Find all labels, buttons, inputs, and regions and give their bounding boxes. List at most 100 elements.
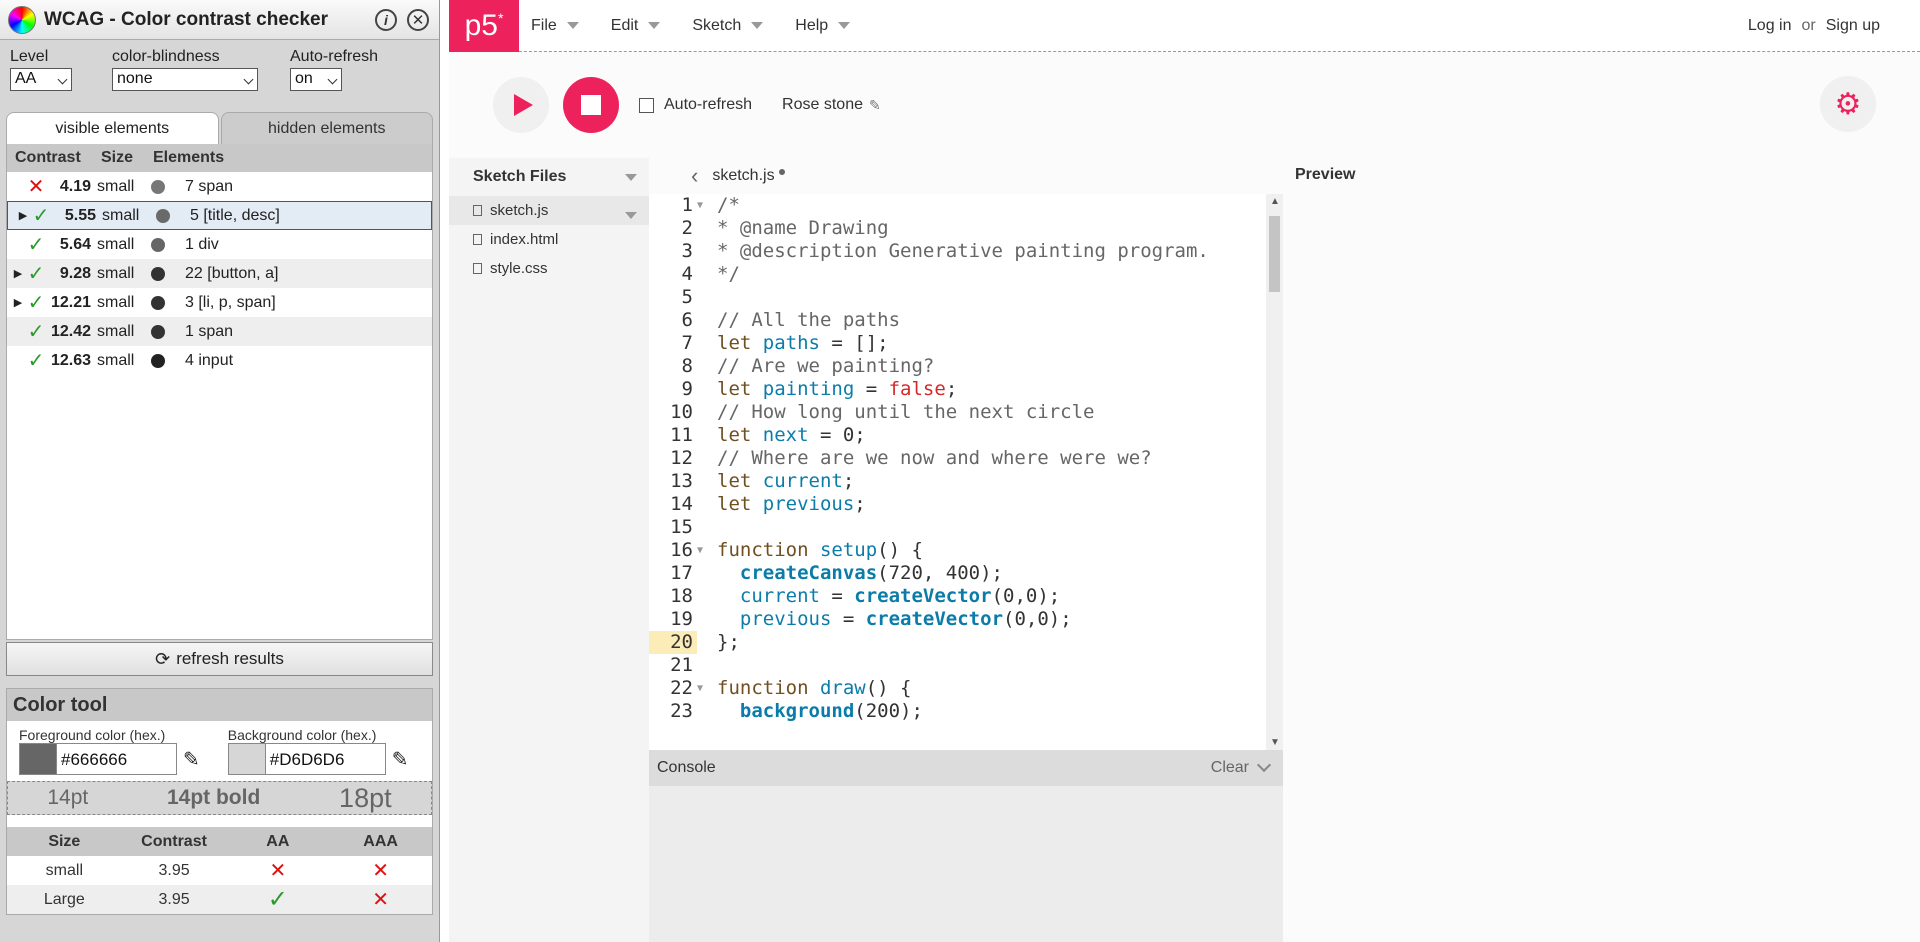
table-row[interactable]: ▶ ✓ 5.55 small 5 [title, desc]: [7, 201, 432, 230]
checkmark-icon: ✓: [27, 234, 45, 256]
scroll-down-icon[interactable]: ▼: [1270, 737, 1280, 748]
expand-arrow-icon[interactable]: ▶: [11, 267, 25, 280]
console-clear-button[interactable]: Clear: [1211, 759, 1249, 777]
table-row[interactable]: ▶ ✓ 9.28 small 22 [button, a]: [7, 259, 432, 288]
login-link[interactable]: Log in: [1748, 17, 1792, 35]
file-sketch-js[interactable]: sketch.js: [449, 196, 649, 225]
expand-arrow-icon[interactable]: ▶: [11, 296, 25, 309]
code-line[interactable]: 3 * @description Generative painting prog…: [649, 240, 1283, 263]
menu-file[interactable]: File: [531, 17, 579, 35]
sketch-files-header[interactable]: Sketch Files: [449, 158, 649, 196]
foreground-hex-input[interactable]: #666666: [57, 743, 177, 775]
refresh-results-button[interactable]: ⟳ refresh results: [6, 642, 433, 676]
code-line[interactable]: 19 previous = createVector(0,0);: [649, 608, 1283, 631]
wcag-tabs: visible elements hidden elements: [6, 112, 433, 144]
code-line[interactable]: 20};: [649, 631, 1283, 654]
code-line[interactable]: 6 // All the paths: [649, 309, 1283, 332]
row-size: small: [45, 861, 83, 879]
code-line[interactable]: 21: [649, 654, 1283, 677]
fold-arrow-icon[interactable]: ▼: [697, 677, 711, 700]
p5-logo[interactable]: p5 *: [449, 0, 519, 52]
table-row[interactable]: ✓ 12.63 small 4 input: [7, 346, 432, 375]
code-line[interactable]: 23 background(200);: [649, 700, 1283, 723]
expand-arrow-icon[interactable]: ▶: [16, 209, 30, 222]
file-style-css[interactable]: style.css: [449, 254, 649, 283]
play-button[interactable]: [493, 77, 549, 133]
code-line[interactable]: 14 let previous;: [649, 493, 1283, 516]
tab-hidden-elements[interactable]: hidden elements: [220, 112, 433, 144]
code-line[interactable]: 1 ▼ /*: [649, 194, 1283, 217]
chevron-down-icon[interactable]: [1256, 757, 1272, 773]
code-line[interactable]: 18 current = createVector(0,0);: [649, 585, 1283, 608]
menu-edit[interactable]: Edit: [611, 17, 661, 35]
line-number: 19: [670, 608, 693, 630]
code-line[interactable]: 15: [649, 516, 1283, 539]
table-row[interactable]: ✓ 5.64 small 1 div: [7, 230, 432, 259]
color-pickers: Foreground color (hex.) #666666 ✎ Backgr…: [7, 721, 432, 779]
code-line[interactable]: 17 createCanvas(720, 400);: [649, 562, 1283, 585]
eyedropper-icon[interactable]: ✎: [183, 747, 200, 772]
editor-tab-sketch-js[interactable]: sketch.js: [712, 167, 774, 185]
level-select[interactable]: AA: [10, 68, 72, 91]
table-row[interactable]: ✕ 4.19 small 7 span: [7, 172, 432, 201]
background-hex-input[interactable]: #D6D6D6: [265, 743, 386, 775]
eyedropper-icon[interactable]: ✎: [392, 747, 409, 772]
scrollbar-thumb[interactable]: [1269, 216, 1280, 292]
close-icon[interactable]: ✕: [407, 8, 429, 31]
chevron-down-icon[interactable]: [625, 212, 637, 219]
file-index-html[interactable]: index.html: [449, 225, 649, 254]
colorblind-value: none: [117, 70, 153, 87]
code-line[interactable]: 22 ▼ function draw() {: [649, 677, 1283, 700]
fold-arrow-icon[interactable]: ▼: [697, 539, 711, 562]
code-line[interactable]: 8 // Are we painting?: [649, 355, 1283, 378]
gutter: [697, 493, 711, 516]
code-line[interactable]: 12 // Where are we now and where were we?: [649, 447, 1283, 470]
pencil-icon[interactable]: ✎: [869, 97, 881, 114]
info-icon[interactable]: i: [375, 8, 397, 31]
scroll-up-icon[interactable]: ▲: [1270, 196, 1280, 207]
stop-button[interactable]: [563, 77, 619, 133]
code-line[interactable]: 11 let next = 0;: [649, 424, 1283, 447]
checkmark-icon: ✓: [27, 263, 45, 285]
settings-button[interactable]: ⚙: [1820, 76, 1876, 132]
auto-refresh-checkbox[interactable]: [639, 97, 654, 113]
contrast-ratio: 12.42: [50, 322, 91, 340]
code-line[interactable]: 7 let paths = [];: [649, 332, 1283, 355]
autorefresh-select[interactable]: on: [290, 68, 342, 91]
results-table: Contrast Size Elements ✕ 4.19 small 7 span ▶…: [6, 144, 433, 640]
background-swatch[interactable]: [227, 743, 266, 775]
code-editor[interactable]: 1 ▼/* 2 * @name Drawing 3 * @description Gene…: [649, 194, 1283, 750]
chevron-down-icon[interactable]: [625, 174, 637, 181]
foreground-swatch[interactable]: [19, 743, 57, 775]
tab-visible-elements[interactable]: visible elements: [6, 112, 219, 144]
contrast-ratio: 5.64: [59, 235, 91, 253]
cross-icon: ✕: [372, 860, 389, 882]
fold-arrow-icon[interactable]: ▼: [697, 194, 711, 217]
code-line[interactable]: 10 // How long until the next circle: [649, 401, 1283, 424]
gutter: [697, 631, 711, 654]
gutter: [697, 585, 711, 608]
signup-link[interactable]: Sign up: [1826, 17, 1880, 35]
code-line[interactable]: 4 */: [649, 263, 1283, 286]
editor-scrollbar[interactable]: ▲ ▼: [1266, 194, 1283, 750]
menu-sketch-label: Sketch: [692, 16, 742, 34]
code-line[interactable]: 16 ▼ function setup() {: [649, 539, 1283, 562]
code-line[interactable]: 13 let current;: [649, 470, 1283, 493]
code-line[interactable]: 5: [649, 286, 1283, 309]
menu-sketch[interactable]: Sketch: [692, 16, 764, 35]
row-aaa: ✕: [329, 887, 432, 912]
code-line[interactable]: 9 let painting = false;: [649, 378, 1283, 401]
table-row[interactable]: ✓ 12.42 small 1 span: [7, 317, 432, 346]
line-text: previous = createVector(0,0);: [739, 608, 1072, 630]
sketch-name[interactable]: Rose stone ✎: [782, 96, 881, 114]
code-line[interactable]: 2 * @name Drawing: [649, 217, 1283, 240]
line-number: 16: [670, 539, 693, 561]
menu-help[interactable]: Help: [795, 17, 851, 35]
colorblind-select[interactable]: none: [112, 68, 258, 91]
collapse-sidebar-icon[interactable]: ‹: [691, 163, 698, 189]
table-row[interactable]: ▶ ✓ 12.21 small 3 [li, p, span]: [7, 288, 432, 317]
gutter: [697, 447, 711, 470]
file-name: sketch.js: [490, 202, 549, 219]
gutter: [697, 263, 711, 286]
text-size: small: [102, 206, 140, 224]
